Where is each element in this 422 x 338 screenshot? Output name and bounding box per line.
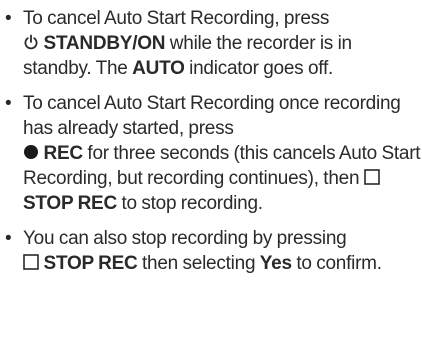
item-text: indicator goes off.: [184, 58, 334, 79]
indicator-name-auto: AUTO: [132, 58, 185, 79]
bullet-marker: •: [5, 228, 12, 249]
list-item-cancel-standby: • To cancel Auto Start Recording, press S…: [0, 6, 422, 81]
list-item-stop-recording: • You can also stop recording by pressing…: [0, 226, 422, 276]
stop-icon: [364, 169, 380, 185]
item-text: You can also stop recording by pressing: [23, 228, 347, 249]
stop-icon: [23, 254, 39, 270]
button-name-standby-on: STANDBY/ON: [43, 33, 166, 54]
item-text: then selecting: [137, 253, 260, 274]
option-name-yes: Yes: [259, 253, 292, 274]
list-item-cancel-during-recording: • To cancel Auto Start Recording once rec…: [0, 91, 422, 216]
item-text: To cancel Auto Start Recording, press: [23, 8, 330, 29]
record-icon: [23, 144, 39, 160]
power-icon: [23, 34, 39, 50]
button-name-rec: REC: [43, 143, 84, 164]
item-text: for three seconds (this cancels Auto Sta…: [23, 143, 421, 189]
item-text: to confirm.: [291, 253, 382, 274]
button-name-stop-rec: STOP REC: [23, 193, 117, 214]
page: { "bullet_symbol": "•", "items": [ { "t1…: [0, 0, 422, 338]
button-name-stop-rec: STOP REC: [43, 253, 138, 274]
instruction-list: • To cancel Auto Start Recording, press S…: [0, 6, 422, 286]
item-text: to stop recording.: [116, 193, 263, 214]
bullet-marker: •: [5, 93, 12, 114]
bullet-marker: •: [5, 8, 12, 29]
item-text: To cancel Auto Start Recording once reco…: [23, 93, 401, 139]
